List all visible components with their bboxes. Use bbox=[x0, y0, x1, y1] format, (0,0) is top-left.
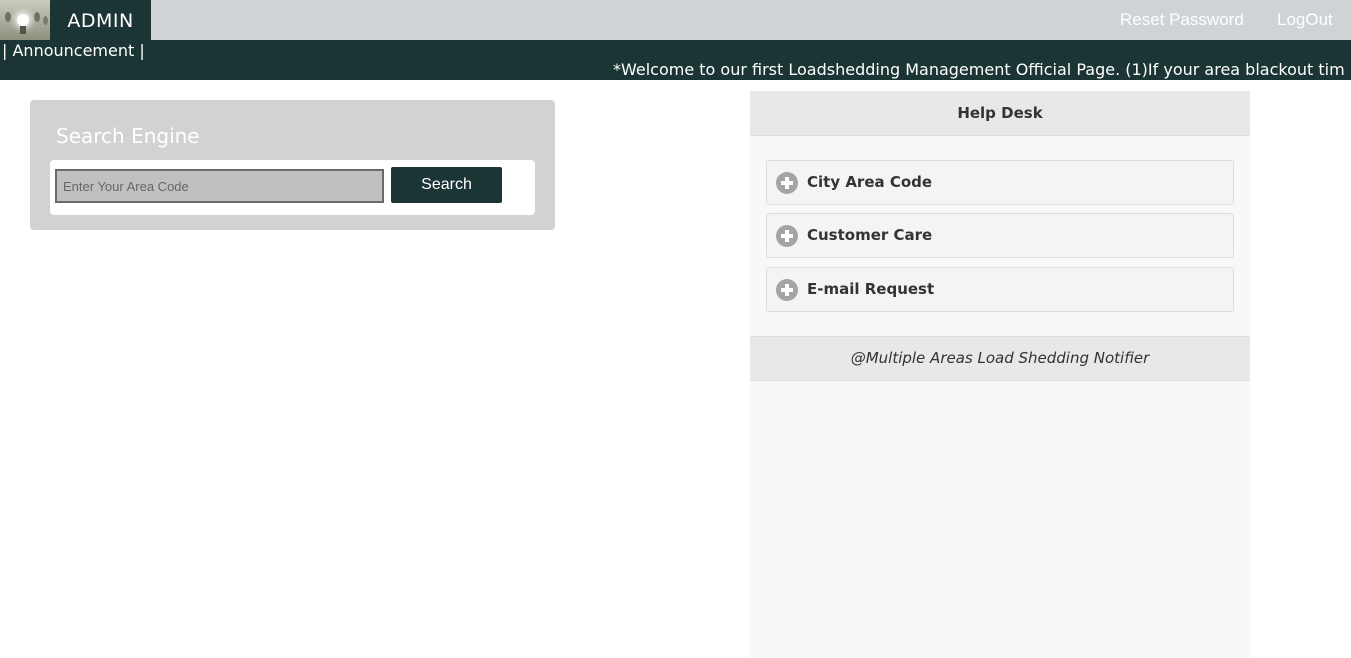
search-engine-panel: Search Engine Search bbox=[30, 100, 555, 230]
top-navbar: ADMIN Reset Password LogOut bbox=[0, 0, 1351, 40]
area-code-input[interactable] bbox=[55, 169, 384, 203]
logout-link[interactable]: LogOut bbox=[1277, 10, 1333, 30]
lightbulb-icon bbox=[17, 14, 29, 26]
help-desk-title: Help Desk bbox=[750, 91, 1250, 136]
announcement-label: | Announcement | bbox=[2, 41, 145, 60]
announcement-bar: | Announcement | *Welcome to our first L… bbox=[0, 40, 1351, 80]
accordion-label: Customer Care bbox=[807, 226, 933, 244]
help-desk-panel: Help Desk City Area Code Customer Care E… bbox=[750, 91, 1250, 658]
load-shedding-notifier-heading: @Multiple Areas Load Shedding Notifier bbox=[750, 336, 1250, 381]
accordion-email-request[interactable]: E-mail Request bbox=[766, 267, 1234, 312]
accordion-label: E-mail Request bbox=[807, 280, 935, 298]
accordion-label: City Area Code bbox=[807, 173, 933, 191]
search-form: Search bbox=[50, 160, 535, 215]
plus-circle-icon[interactable] bbox=[776, 225, 798, 247]
search-engine-title: Search Engine bbox=[56, 124, 200, 148]
accordion-city-area-code[interactable]: City Area Code bbox=[766, 160, 1234, 205]
site-logo[interactable] bbox=[0, 0, 50, 40]
reset-password-link[interactable]: Reset Password bbox=[1120, 10, 1244, 30]
plus-circle-icon[interactable] bbox=[776, 279, 798, 301]
plus-circle-icon[interactable] bbox=[776, 172, 798, 194]
announcement-marquee: *Welcome to our first Loadshedding Manag… bbox=[613, 60, 1345, 79]
brand-admin[interactable]: ADMIN bbox=[50, 0, 151, 40]
search-button[interactable]: Search bbox=[391, 167, 502, 203]
accordion-customer-care[interactable]: Customer Care bbox=[766, 213, 1234, 258]
